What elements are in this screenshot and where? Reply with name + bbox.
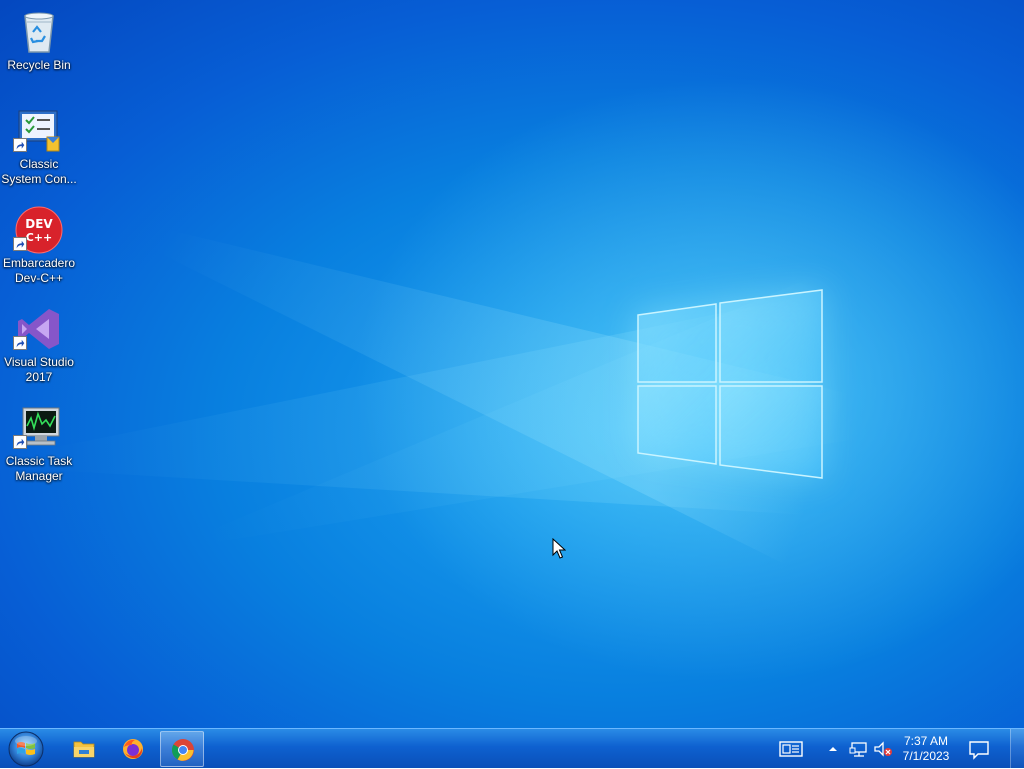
embarcadero-dev-cpp-icon-item[interactable]: DEV C++ Embarcadero Dev-C++ <box>0 198 78 292</box>
clock-date: 7/1/2023 <box>902 749 950 763</box>
desktop-icon-label: Embarcadero Dev-C++ <box>2 256 76 285</box>
shortcut-arrow-icon <box>13 138 27 152</box>
visual-studio-2017-icon-item[interactable]: Visual Studio 2017 <box>0 297 78 391</box>
recycle-bin-icon-item[interactable]: Recycle Bin <box>0 0 78 94</box>
taskbar-file-explorer-button[interactable] <box>62 731 106 767</box>
shortcut-arrow-icon <box>13 336 27 350</box>
chrome-icon <box>172 739 194 761</box>
folder-icon <box>73 741 95 758</box>
desktop[interactable]: Recycle Bin Classic System Con... DEV C+… <box>0 0 1024 728</box>
firefox-icon <box>123 739 143 759</box>
taskbar-clock[interactable]: 7:37 AM 7/1/2023 <box>900 734 952 764</box>
desktop-icon-label: Visual Studio 2017 <box>4 355 74 384</box>
taskbar: 7:37 AM 7/1/2023 <box>0 728 1024 769</box>
mouse-cursor-icon <box>552 538 566 559</box>
desktop-icon-label: Recycle Bin <box>7 58 71 72</box>
volume-muted-icon[interactable] <box>873 737 893 761</box>
clock-time: 7:37 AM <box>903 734 949 748</box>
taskbar-firefox-button[interactable] <box>111 731 155 767</box>
windows-logo-wallpaper <box>637 289 823 479</box>
show-desktop-button[interactable] <box>1010 729 1024 769</box>
news-icon[interactable] <box>778 737 804 761</box>
recycle-bin-icon <box>24 12 54 53</box>
start-button[interactable] <box>4 730 48 768</box>
svg-text:C++: C++ <box>26 231 53 244</box>
shortcut-arrow-icon <box>13 435 27 449</box>
svg-text:DEV: DEV <box>25 217 53 231</box>
chevron-up-icon[interactable] <box>827 737 839 761</box>
desktop-icon-label: Classic Task Manager <box>5 454 73 483</box>
taskbar-chrome-button[interactable] <box>160 731 204 767</box>
network-icon[interactable] <box>849 737 869 761</box>
action-center-icon[interactable] <box>968 737 990 761</box>
classic-system-control-icon-item[interactable]: Classic System Con... <box>0 99 78 193</box>
classic-task-manager-icon-item[interactable]: Classic Task Manager <box>0 396 78 490</box>
shortcut-arrow-icon <box>13 237 27 251</box>
desktop-icon-label: Classic System Con... <box>1 157 77 186</box>
